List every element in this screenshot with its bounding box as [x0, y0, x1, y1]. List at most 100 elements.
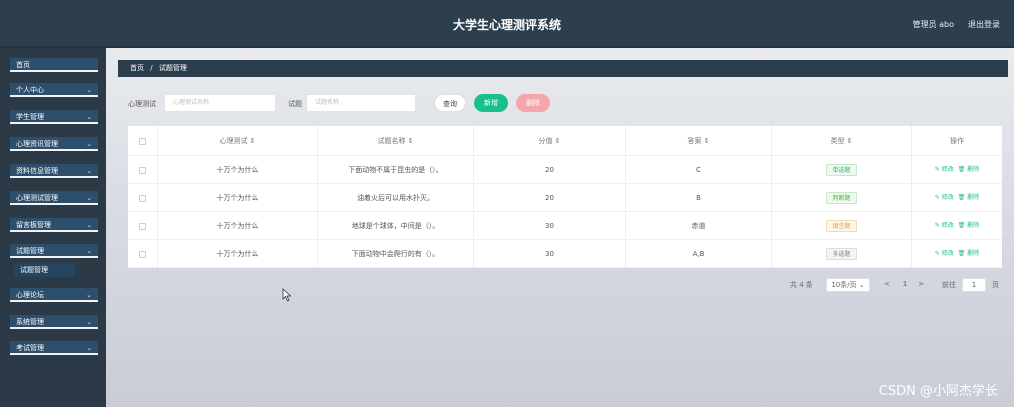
goto-page-input[interactable]: 1 — [962, 278, 986, 292]
chevron-down-icon: ⌄ — [86, 344, 92, 352]
sidebar-item-label: 学生管理 — [16, 113, 44, 121]
cell-score: 30 — [474, 240, 626, 268]
col-header-actions: 操作 — [950, 137, 964, 145]
sidebar-item-label: 首页 — [16, 61, 30, 69]
sidebar-item-news-management[interactable]: 心理资讯管理 ⌄ — [10, 137, 98, 151]
row-checkbox[interactable] — [128, 156, 158, 184]
sidebar-item-label: 系统管理 — [16, 318, 44, 326]
query-button[interactable]: 查询 — [434, 94, 466, 112]
next-page-button[interactable]: > — [914, 278, 928, 292]
sidebar-item-label: 个人中心 — [16, 86, 44, 94]
breadcrumb-current: 试题管理 — [158, 64, 187, 72]
type-tag: 判断题 — [826, 192, 857, 204]
table-row: 十万个为什么 油着火后可以用水扑灭。 20 B 判断题 ✎ 修改 🗑 删除 — [128, 184, 1002, 212]
delete-link[interactable]: 🗑 删除 — [958, 166, 980, 173]
logout-link[interactable]: 退出登录 — [968, 19, 1000, 30]
sidebar-item-label: 心理论坛 — [16, 291, 44, 299]
main-content: 首页 / 试题管理 心理测试 心理测试名称 试题 试题名称 查询 新增 删除 心… — [106, 48, 1014, 407]
table-header-row: 心理测试 ⇕ 试题名称 ⇕ 分值 ⇕ 答案 ⇕ 类型 ⇕ 操作 — [128, 126, 1002, 156]
chevron-down-icon: ⌄ — [86, 86, 92, 94]
chevron-down-icon: ⌄ — [86, 221, 92, 229]
row-checkbox[interactable] — [128, 184, 158, 212]
cell-score: 20 — [474, 156, 626, 184]
cell-type: 多选题 — [772, 240, 912, 268]
sidebar-item-label: 试题管理 — [16, 247, 44, 255]
cell-type: 单选题 — [772, 156, 912, 184]
col-header-answer[interactable]: 答案 ⇕ — [626, 126, 772, 156]
cell-score: 20 — [474, 184, 626, 212]
current-user: 管理员 abo — [912, 20, 954, 29]
sidebar-item-student-management[interactable]: 学生管理 ⌄ — [10, 110, 98, 124]
sidebar-item-label: 留言板管理 — [16, 221, 51, 229]
select-all-checkbox[interactable] — [128, 126, 158, 156]
cell-type: 填空题 — [772, 212, 912, 240]
col-header-type[interactable]: 类型 ⇕ — [772, 126, 912, 156]
prev-page-button[interactable]: < — [880, 278, 894, 292]
cell-test: 十万个为什么 — [158, 184, 318, 212]
col-header-score[interactable]: 分值 ⇕ — [474, 126, 626, 156]
page-size-select[interactable]: 10条/页 ⌄ — [826, 278, 870, 292]
sidebar-item-info-management[interactable]: 资料信息管理 ⌄ — [10, 164, 98, 178]
top-navbar: 大学生心理测评系统 管理员 abo 退出登录 — [0, 0, 1014, 48]
sidebar-item-question-management[interactable]: 试题管理 ⌄ — [10, 244, 98, 258]
question-label: 试题 — [288, 100, 302, 108]
edit-link[interactable]: ✎ 修改 — [935, 166, 954, 173]
sidebar-item-test-management[interactable]: 心理测试管理 ⌄ — [10, 191, 98, 205]
sidebar-item-forum[interactable]: 心理论坛 ⌄ — [10, 288, 98, 302]
delete-link[interactable]: 🗑 删除 — [958, 194, 980, 201]
watermark: CSDN @小阿杰学长 — [878, 384, 998, 399]
cell-answer: C — [626, 156, 772, 184]
row-checkbox[interactable] — [128, 240, 158, 268]
delete-link[interactable]: 🗑 删除 — [958, 222, 980, 229]
table-row: 十万个为什么 下面动物中会爬行的有（）。 30 A,B 多选题 ✎ 修改 🗑 删除 — [128, 240, 1002, 268]
sidebar-item-system-management[interactable]: 系统管理 ⌄ — [10, 315, 98, 329]
sidebar-subitem-question-management[interactable]: 试题管理 — [14, 263, 75, 277]
type-tag: 多选题 — [826, 248, 857, 260]
breadcrumb-home[interactable]: 首页 — [130, 64, 144, 72]
sidebar-item-message-board[interactable]: 留言板管理 ⌄ — [10, 218, 98, 232]
delete-button[interactable]: 删除 — [516, 94, 550, 112]
chevron-down-icon: ⌄ — [86, 113, 92, 121]
sidebar-item-home[interactable]: 首页 — [10, 58, 98, 72]
mouse-cursor-icon — [282, 288, 292, 302]
question-name-input[interactable]: 试题名称 — [306, 94, 416, 112]
row-checkbox[interactable] — [128, 212, 158, 240]
add-button[interactable]: 新增 — [474, 94, 508, 112]
cell-actions: ✎ 修改 🗑 删除 — [912, 184, 1002, 212]
cell-question: 地球是个球体，中间是（）。 — [318, 212, 474, 240]
sidebar-item-label: 心理测试管理 — [16, 194, 58, 202]
cell-actions: ✎ 修改 🗑 删除 — [912, 212, 1002, 240]
sidebar: 首页 个人中心 ⌄ 学生管理 ⌄ 心理资讯管理 ⌄ 资料信息管理 ⌄ 心理测试管理 ⌄ 留… — [0, 48, 106, 407]
breadcrumb-separator: / — [150, 64, 153, 72]
edit-link[interactable]: ✎ 修改 — [935, 250, 954, 257]
test-name-input[interactable]: 心理测试名称 — [164, 94, 276, 112]
col-header-test[interactable]: 心理测试 ⇕ — [158, 126, 318, 156]
chevron-down-icon: ⌄ — [86, 140, 92, 148]
sidebar-item-label: 试题管理 — [20, 266, 48, 274]
current-page[interactable]: 1 — [898, 278, 912, 292]
total-count: 共 4 条 — [790, 281, 813, 289]
cell-test: 十万个为什么 — [158, 212, 318, 240]
cell-test: 十万个为什么 — [158, 156, 318, 184]
cell-question: 下面动物中会爬行的有（）。 — [318, 240, 474, 268]
edit-link[interactable]: ✎ 修改 — [935, 194, 954, 201]
sidebar-item-label: 心理资讯管理 — [16, 140, 58, 148]
cell-actions: ✎ 修改 🗑 删除 — [912, 156, 1002, 184]
sidebar-item-personal-center[interactable]: 个人中心 ⌄ — [10, 83, 98, 97]
sidebar-item-label: 考试管理 — [16, 344, 44, 352]
chevron-down-icon: ⌄ — [86, 167, 92, 175]
chevron-up-icon: ⌄ — [86, 247, 92, 255]
sidebar-item-exam-management[interactable]: 考试管理 ⌄ — [10, 341, 98, 355]
col-header-question[interactable]: 试题名称 ⇕ — [318, 126, 474, 156]
page-unit-label: 页 — [992, 281, 999, 289]
table-row: 十万个为什么 地球是个球体，中间是（）。 30 赤道 填空题 ✎ 修改 🗑 删除 — [128, 212, 1002, 240]
table-row: 十万个为什么 下面动物不属于昆虫的是（）。 20 C 单选题 ✎ 修改 🗑 删除 — [128, 156, 1002, 184]
cell-answer: A,B — [626, 240, 772, 268]
edit-link[interactable]: ✎ 修改 — [935, 222, 954, 229]
type-tag: 单选题 — [826, 164, 857, 176]
delete-link[interactable]: 🗑 删除 — [958, 250, 980, 257]
cell-answer: B — [626, 184, 772, 212]
breadcrumb: 首页 / 试题管理 — [118, 60, 1008, 77]
cell-actions: ✎ 修改 🗑 删除 — [912, 240, 1002, 268]
sidebar-item-label: 资料信息管理 — [16, 167, 58, 175]
